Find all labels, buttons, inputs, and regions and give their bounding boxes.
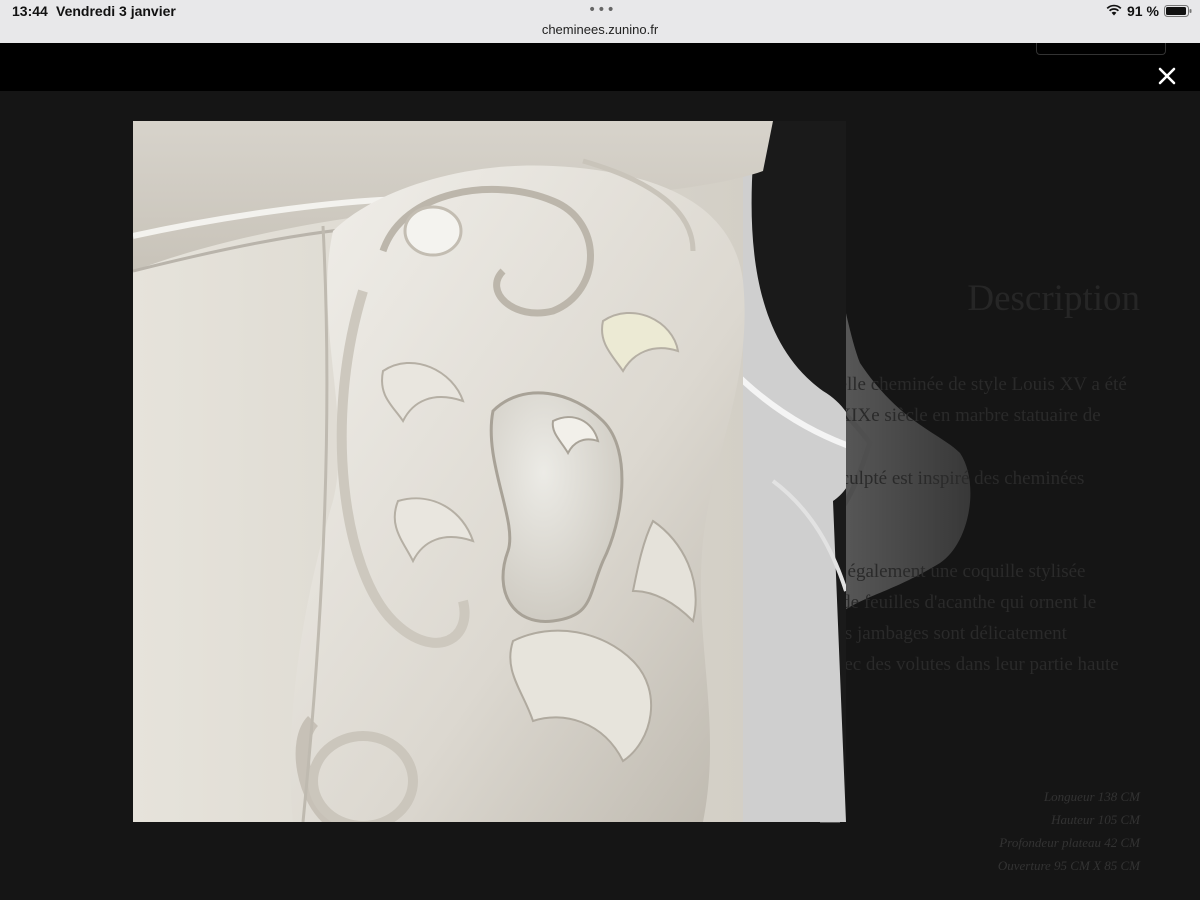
battery-percent: 91 % — [1127, 3, 1159, 19]
dimension-opening: Ouverture 95 CM X 85 CM — [997, 858, 1140, 873]
dimension-depth: Profondeur plateau 42 CM — [999, 835, 1140, 850]
status-date: Vendredi 3 janvier — [56, 3, 176, 19]
lightbox-image — [133, 121, 846, 822]
header-button — [1036, 43, 1166, 55]
dimension-length: Longueur 138 CM — [1043, 789, 1140, 804]
web-page: Description Cette très belle cheminée de… — [0, 43, 1200, 900]
wifi-icon — [1106, 4, 1122, 16]
dimension-height: Hauteur 105 CM — [1051, 812, 1140, 827]
status-bar: 13:44 Vendredi 3 janvier ••• cheminees.z… — [0, 0, 1200, 43]
address-bar[interactable]: cheminees.zunino.fr — [0, 22, 1200, 37]
battery-icon — [1164, 5, 1192, 17]
tab-dots-icon[interactable]: ••• — [588, 2, 616, 18]
dimensions-list: Longueur 138 CM Hauteur 105 CM Profondeu… — [900, 785, 1140, 877]
close-icon[interactable] — [1152, 61, 1182, 91]
status-time: 13:44 — [12, 3, 48, 19]
site-header — [0, 43, 1200, 91]
